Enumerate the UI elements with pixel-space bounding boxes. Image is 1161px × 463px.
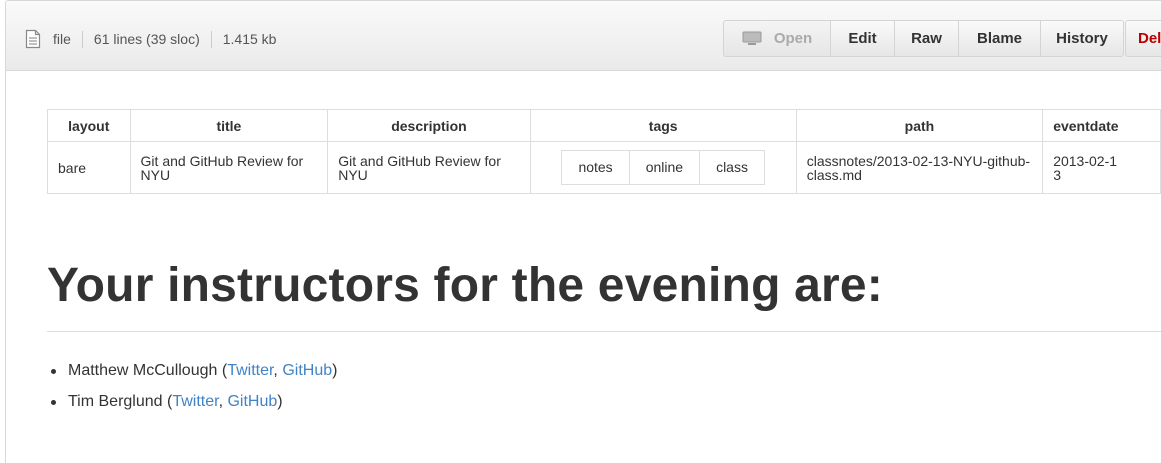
open-button-label: Open [773, 30, 813, 47]
column-header: tags [529, 109, 797, 142]
delete-button[interactable]: Delete [1125, 20, 1161, 57]
tags-table: notes online class [561, 150, 765, 185]
column-header: title [129, 109, 329, 142]
file-header-bar: file 61 lines (39 sloc) 1.415 kb Open Ed… [6, 1, 1161, 71]
file-text-icon [25, 29, 41, 49]
table-header-row: layout title description tags path event… [47, 109, 1161, 142]
divider [210, 30, 212, 48]
tag-item: online [628, 150, 701, 185]
table-row: bare Git and GitHub Review for NYU Git a… [47, 141, 1161, 194]
page-heading: Your instructors for the evening are: [47, 259, 883, 312]
file-mode: file [53, 31, 71, 47]
table-cell: classnotes/2013-02-13-NYU-github-class.m… [795, 141, 1044, 194]
table-cell-tags: notes online class [529, 141, 797, 194]
edit-button[interactable]: Edit [830, 20, 895, 57]
column-header: eventdate [1042, 109, 1161, 142]
list-item: Tim Berglund (Twitter, GitHub) [50, 392, 337, 423]
instructor-name: Matthew McCullough [68, 362, 218, 379]
front-matter-table: layout title description tags path event… [47, 109, 1161, 194]
table-cell: Git and GitHub Review for NYU [129, 141, 329, 194]
table-cell: bare [47, 141, 131, 194]
twitter-link[interactable]: Twitter [172, 393, 218, 410]
divider [81, 30, 83, 48]
github-link[interactable]: GitHub [282, 362, 332, 379]
tag-item: class [699, 150, 765, 185]
column-header: layout [47, 109, 131, 142]
file-actions: Open Edit Raw Blame History [723, 20, 1124, 57]
blame-button[interactable]: Blame [958, 20, 1041, 57]
open-button[interactable]: Open [723, 20, 831, 57]
paren-open: ( [162, 393, 173, 410]
instructor-name: Tim Berglund [68, 393, 163, 410]
github-link[interactable]: GitHub [227, 393, 277, 410]
heading-divider [47, 331, 1161, 332]
markdown-body: layout title description tags path event… [47, 109, 1161, 194]
file-info: file 61 lines (39 sloc) 1.415 kb [25, 27, 276, 51]
instructor-list: Matthew McCullough (Twitter, GitHub) Tim… [50, 361, 338, 423]
file-lines: 61 lines (39 sloc) [93, 31, 200, 47]
column-header: description [327, 109, 531, 142]
paren-close: ) [277, 393, 283, 410]
paren-close: ) [332, 362, 338, 379]
twitter-link[interactable]: Twitter [227, 362, 273, 379]
tag-item: notes [561, 150, 630, 185]
table-cell: Git and GitHub Review for NYU [327, 141, 531, 194]
raw-button[interactable]: Raw [894, 20, 959, 57]
column-header: path [795, 109, 1044, 142]
file-view: file 61 lines (39 sloc) 1.415 kb Open Ed… [5, 0, 1161, 463]
monitor-icon [742, 31, 762, 45]
list-item: Matthew McCullough (Twitter, GitHub) [50, 361, 338, 392]
comma: , [273, 362, 283, 379]
file-size: 1.415 kb [222, 31, 277, 47]
history-button[interactable]: History [1040, 20, 1124, 57]
paren-open: ( [217, 362, 228, 379]
table-cell: 2013-02-13 [1042, 141, 1161, 194]
